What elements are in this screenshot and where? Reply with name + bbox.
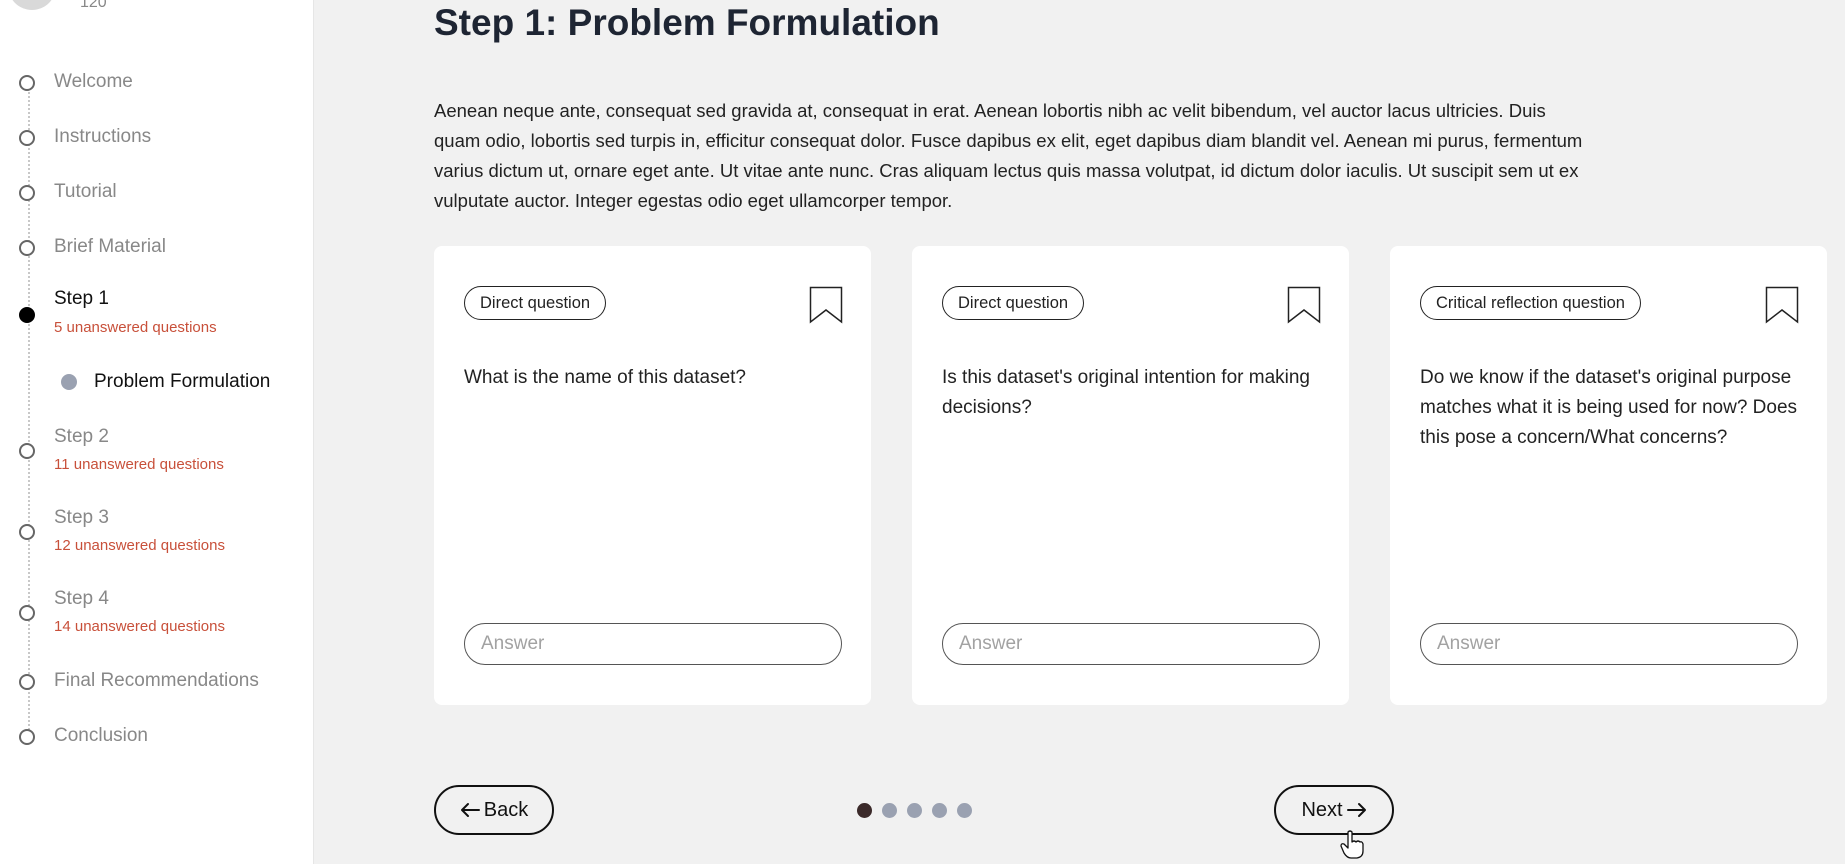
answer-input[interactable] — [1420, 623, 1798, 665]
progress-line — [28, 84, 30, 734]
sidebar: 120 Welcome Instructions Tutorial Brief … — [0, 0, 314, 864]
substep-dot-icon — [61, 374, 77, 390]
sidebar-item-label: Step 1 — [54, 288, 109, 309]
bookmark-icon[interactable] — [809, 286, 843, 324]
step-circle-icon — [19, 605, 35, 621]
step-circle-icon — [19, 130, 35, 146]
step-circle-icon — [19, 185, 35, 201]
pager-dot[interactable] — [907, 803, 922, 818]
avatar[interactable] — [8, 0, 56, 10]
pager-dot[interactable] — [882, 803, 897, 818]
question-type-tag: Direct question — [464, 286, 607, 320]
unanswered-count: 12 unanswered questions — [54, 537, 225, 554]
sidebar-subitem-label: Problem Formulation — [94, 371, 271, 392]
back-button[interactable]: Back — [434, 785, 554, 835]
user-count: 120 — [80, 0, 107, 11]
arrow-right-icon — [1346, 802, 1366, 817]
sidebar-item-label: Brief Material — [54, 236, 166, 257]
unanswered-count: 14 unanswered questions — [54, 618, 225, 635]
sidebar-item-label: Step 4 — [54, 588, 109, 609]
question-card: Critical reflection question Do we know … — [1390, 246, 1827, 705]
next-button-label: Next — [1301, 798, 1343, 821]
pager-dot[interactable] — [932, 803, 947, 818]
answer-input[interactable] — [942, 623, 1320, 665]
pager-dot[interactable] — [857, 803, 872, 818]
question-card: Direct question Is this dataset's origin… — [912, 246, 1349, 705]
back-button-label: Back — [483, 798, 529, 821]
question-type-tag: Critical reflection question — [1420, 286, 1641, 320]
sidebar-item-label: Final Recommendations — [54, 670, 259, 691]
next-button[interactable]: Next — [1274, 785, 1394, 835]
sidebar-item-label: Welcome — [54, 71, 133, 92]
sidebar-item-label: Conclusion — [54, 725, 148, 746]
question-type-tag: Direct question — [942, 286, 1085, 320]
unanswered-count: 5 unanswered questions — [54, 319, 217, 336]
step-current-icon — [19, 307, 35, 323]
arrow-left-icon — [460, 802, 480, 817]
question-text: Is this dataset's original intention for… — [942, 367, 1310, 418]
page-title: Step 1: Problem Formulation — [434, 2, 940, 43]
intro-text: Aenean neque ante, consequat sed gravida… — [434, 100, 1583, 211]
step-circle-icon — [19, 240, 35, 256]
step-circle-icon — [19, 75, 35, 91]
bookmark-icon[interactable] — [1287, 286, 1321, 324]
sidebar-item-label: Step 3 — [54, 507, 109, 528]
step-circle-icon — [19, 674, 35, 690]
step-circle-icon — [19, 524, 35, 540]
sidebar-item-label: Tutorial — [54, 181, 117, 202]
pager-dot[interactable] — [957, 803, 972, 818]
step-circle-icon — [19, 729, 35, 745]
step-circle-icon — [19, 443, 35, 459]
answer-input[interactable] — [464, 623, 842, 665]
bookmark-icon[interactable] — [1765, 286, 1799, 324]
question-text: What is the name of this dataset? — [464, 367, 746, 388]
question-card: Direct question What is the name of this… — [434, 246, 871, 705]
sidebar-item-label: Instructions — [54, 126, 152, 147]
question-text: Do we know if the dataset's original pur… — [1420, 367, 1798, 448]
sidebar-item-label: Step 2 — [54, 426, 109, 447]
hand-pointer-icon — [1340, 830, 1364, 859]
unanswered-count: 11 unanswered questions — [54, 456, 224, 473]
